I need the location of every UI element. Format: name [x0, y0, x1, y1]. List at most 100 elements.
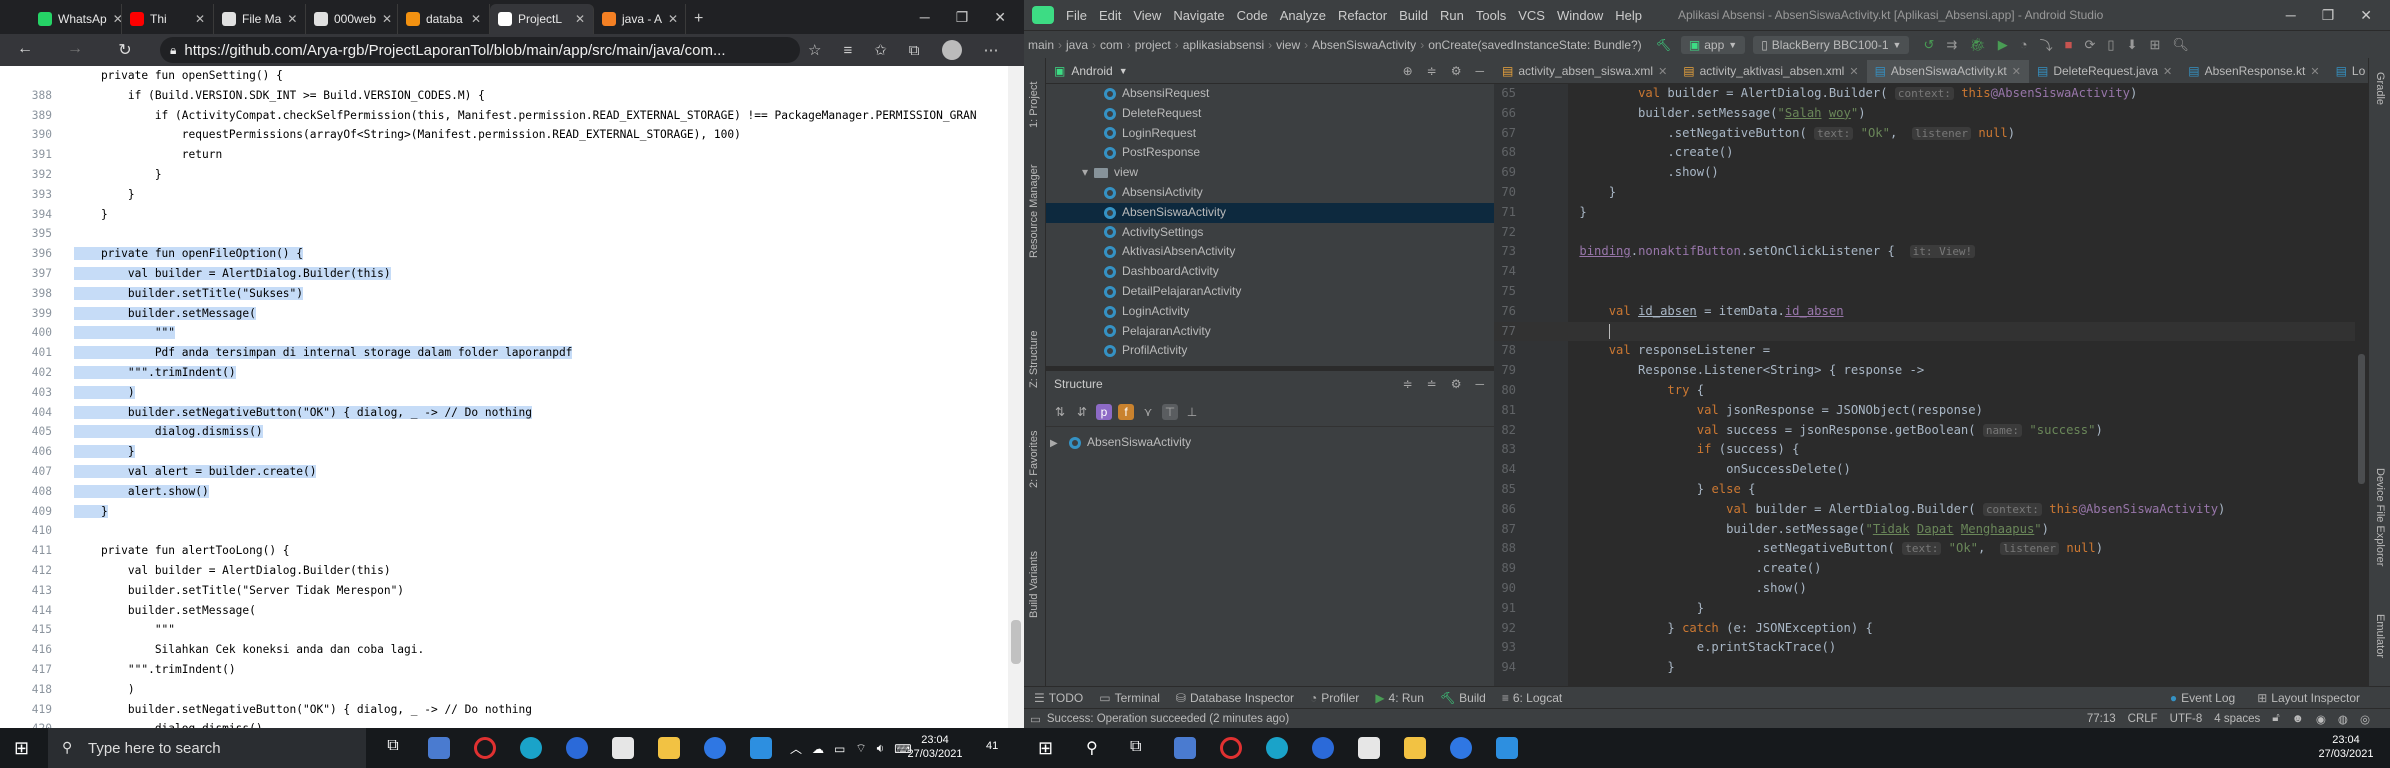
minimize-icon[interactable]: ─	[920, 9, 930, 26]
notification-icon[interactable]: ◎	[2360, 712, 2370, 726]
project-tree-item[interactable]: ActivitySettings	[1046, 223, 1494, 243]
coverage-icon[interactable]: ▶	[1998, 37, 2008, 53]
menu-item-file[interactable]: File	[1066, 8, 1087, 23]
vscode-icon[interactable]	[1496, 737, 1518, 759]
tab-close-icon[interactable]: ✕	[1658, 65, 1667, 78]
menu-item-tools[interactable]: Tools	[1476, 8, 1506, 23]
store-icon[interactable]	[612, 737, 634, 759]
tab-close-icon[interactable]: ✕	[2310, 65, 2319, 78]
device-file-explorer-tool-button[interactable]: Device File Explorer	[2374, 468, 2386, 566]
menu-item-code[interactable]: Code	[1237, 8, 1268, 23]
gear-icon[interactable]: ⚙	[1451, 64, 1462, 78]
editor-tab[interactable]: ▤ AbsenSiswaActivity.kt ✕	[1866, 59, 2029, 83]
tab-close-icon[interactable]: ✕	[382, 12, 392, 26]
taskbar-app-icon[interactable]	[428, 737, 450, 759]
restore-icon[interactable]: ❐	[2322, 7, 2335, 24]
browser-tab[interactable]: databa ✕	[398, 4, 490, 34]
autoscroll-from-source-icon[interactable]: ⊥	[1184, 404, 1200, 420]
taskbar-app-icon[interactable]	[1174, 737, 1196, 759]
more-menu-icon[interactable]: ⋯	[984, 41, 999, 59]
maps-icon[interactable]	[704, 737, 726, 759]
address-bar[interactable]: 🔒︎ https://github.com/Arya-rgb/ProjectLa…	[160, 37, 800, 63]
project-tree-item[interactable]: ProfilActivity	[1046, 341, 1494, 361]
tab-close-icon[interactable]: ✕	[575, 12, 585, 26]
hammer-icon[interactable]: 🔨︎	[1656, 38, 1671, 52]
show-properties-icon[interactable]: p	[1096, 403, 1112, 420]
line-separator[interactable]: CRLF	[2128, 713, 2158, 725]
editor-scrollbar[interactable]	[2355, 84, 2368, 694]
menu-item-run[interactable]: Run	[1440, 8, 1464, 23]
database-inspector-tool-button[interactable]: ⛁ Database Inspector	[1176, 691, 1294, 705]
project-tree-item[interactable]: PostResponse	[1046, 143, 1494, 163]
breadcrumb-item[interactable]: aplikasiabsensi	[1183, 38, 1264, 52]
todo-tool-button[interactable]: ☰ TODO	[1034, 691, 1083, 705]
emulator-tool-button[interactable]: Emulator	[2374, 614, 2386, 658]
project-tree-item[interactable]: DetailPelajaranActivity	[1046, 282, 1494, 302]
file-explorer-icon[interactable]	[658, 737, 680, 759]
collapse-all-icon[interactable]: ≑	[1427, 64, 1437, 78]
sdk-manager-icon[interactable]: ⬇	[2127, 37, 2138, 53]
sort-visibility-icon[interactable]: ⇵	[1074, 404, 1090, 420]
show-fields-icon[interactable]: f	[1118, 403, 1134, 420]
git-icon[interactable]: ◍	[2338, 712, 2348, 726]
code-editor[interactable]: 65 val builder = AlertDialog.Builder( co…	[1494, 84, 2368, 694]
edge-icon[interactable]	[1266, 737, 1288, 759]
browser-tab[interactable]: WhatsAp ✕	[30, 4, 122, 34]
breadcrumb-item[interactable]: java	[1066, 38, 1088, 52]
vscode-icon[interactable]	[750, 737, 772, 759]
caret-position[interactable]: 77:13	[2087, 713, 2116, 725]
file-explorer-icon[interactable]	[1404, 737, 1426, 759]
project-tree-item[interactable]: AktivasiAbsenActivity	[1046, 242, 1494, 262]
run-config-dropdown[interactable]: ▣ app ▼	[1680, 35, 1746, 54]
browser-scroll-thumb[interactable]	[1011, 620, 1021, 664]
build-variants-tool-button[interactable]: Build Variants	[1028, 551, 1040, 618]
menu-item-vcs[interactable]: VCS	[1518, 8, 1545, 23]
forward-arrow-icon[interactable]: →	[60, 40, 90, 58]
edge-beta-icon[interactable]	[1312, 737, 1334, 759]
tab-close-icon[interactable]: ✕	[287, 12, 297, 26]
tab-close-icon[interactable]: ✕	[195, 12, 205, 26]
structure-tool-button[interactable]: Z: Structure	[1028, 331, 1040, 388]
resource-manager-tool-button[interactable]: Resource Manager	[1028, 164, 1040, 258]
structure-item[interactable]: ▶ AbsenSiswaActivity	[1046, 433, 1494, 453]
profile-icon[interactable]: ◔	[2020, 37, 2028, 52]
breadcrumb-item[interactable]: onCreate(savedInstanceState: Bundle?)	[1428, 38, 1641, 52]
opera-icon[interactable]	[1220, 737, 1242, 759]
menu-item-window[interactable]: Window	[1557, 8, 1603, 23]
new-tab-button[interactable]: +	[686, 4, 711, 34]
chevron-down-icon[interactable]: ▾	[1082, 165, 1088, 179]
task-view-icon[interactable]: ⧉	[1130, 738, 1141, 756]
autoscroll-to-source-icon[interactable]: ⊤	[1162, 403, 1178, 420]
reading-list-icon[interactable]: ≡	[843, 42, 852, 59]
windows-start-icon[interactable]: ⊞	[1038, 738, 1053, 759]
project-tree-item[interactable]: DashboardActivity	[1046, 262, 1494, 282]
favorites-tool-button[interactable]: 2: Favorites	[1028, 431, 1040, 488]
layout-inspector-icon[interactable]: ⊞	[2149, 37, 2160, 53]
run-tool-button[interactable]: ▶ 4: Run	[1375, 691, 1424, 705]
browser-tab[interactable]: ProjectL ✕	[490, 4, 594, 34]
indent-setting[interactable]: 4 spaces	[2214, 713, 2260, 725]
inspector-icon[interactable]: ☻	[2292, 713, 2304, 725]
favorite-star-icon[interactable]: ☆	[808, 41, 821, 59]
menu-item-analyze[interactable]: Analyze	[1280, 8, 1326, 23]
collapse-all-icon[interactable]: ≐	[1427, 377, 1437, 391]
tab-close-icon[interactable]: ✕	[113, 12, 121, 26]
collections-icon[interactable]: ⧉	[909, 42, 920, 59]
favorites-icon[interactable]: ✩	[874, 41, 887, 59]
opera-icon[interactable]	[474, 737, 496, 759]
debug-icon[interactable]: 🐞︎	[1969, 37, 1986, 53]
clock[interactable]: 23:04 27/03/2021	[905, 733, 965, 761]
volume-icon[interactable]: 🔉︎	[877, 741, 885, 756]
browser-tab[interactable]: java - A ✕	[594, 4, 686, 34]
search-icon[interactable]: ⚲	[1086, 738, 1098, 758]
project-tree-item[interactable]: AbsensiActivity	[1046, 183, 1494, 203]
close-icon[interactable]: ✕	[2360, 7, 2372, 24]
status-message[interactable]: Success: Operation succeeded (2 minutes …	[1047, 713, 1289, 725]
editor-tab[interactable]: ▤ activity_absen_siswa.xml ✕	[1494, 58, 1675, 83]
battery-icon[interactable]: ▭	[834, 742, 845, 756]
breadcrumb-item[interactable]: AbsenSiswaActivity	[1312, 38, 1416, 52]
project-tree-item[interactable]: LoginActivity	[1046, 302, 1494, 322]
back-arrow-icon[interactable]: ←	[10, 40, 40, 58]
search-everywhere-icon[interactable]: 🔍︎	[2172, 37, 2189, 53]
apply-changes-icon[interactable]: ⇉	[1946, 37, 1957, 53]
